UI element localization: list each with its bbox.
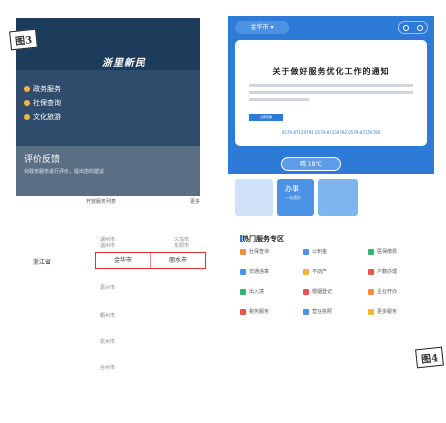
- service-label: 更多服务: [377, 309, 398, 315]
- service-label: 企业开办: [377, 289, 398, 295]
- service-item[interactable]: 出入境: [240, 288, 264, 295]
- menu-label: 文化旅游: [33, 113, 61, 121]
- service-item[interactable]: 不动产: [303, 268, 327, 275]
- view-now-badge[interactable]: 立即查看: [249, 114, 283, 121]
- service-icon: [368, 268, 374, 275]
- menu-item-1[interactable]: 政务服务: [24, 84, 61, 94]
- thumb-subtitle: 一站通办: [285, 195, 301, 200]
- figure-tag-4: 图4: [415, 346, 444, 369]
- notice-text-line: [249, 84, 413, 87]
- figure-tag-3: 图3: [9, 28, 38, 51]
- contact-phones: 0579-87159791 0579-87159792 0579-8715978…: [281, 130, 381, 135]
- services-section-title: 热门服务专区: [242, 235, 284, 243]
- city-option[interactable]: 台州市: [100, 364, 115, 371]
- service-list-caption: 开放服务列表: [86, 199, 117, 205]
- service-icon: [240, 248, 246, 255]
- city-selected-right[interactable]: 丽水市: [151, 253, 205, 268]
- service-label: 户籍办理: [377, 269, 398, 275]
- city-option[interactable]: 温州市: [100, 242, 115, 249]
- bullet-icon: [24, 86, 30, 92]
- feedback-card[interactable]: 评价反馈 对政务服务进行评价，提出您的建议: [16, 146, 200, 196]
- banner-title: 浙里新民: [102, 58, 146, 69]
- service-label: 社保查询: [249, 249, 270, 255]
- service-item[interactable]: 社保查询: [240, 248, 269, 255]
- service-item[interactable]: 医保缴费: [368, 248, 397, 255]
- notice-text-line: [249, 91, 413, 94]
- card-title: 评价反馈: [24, 155, 61, 165]
- right-app-screen: 金华市 ▾ 关于做好服务优化工作的通知 立即查看 0579-87159791 0…: [228, 16, 434, 320]
- card-subtitle: 对政务服务进行评价，提出您的建议: [24, 169, 105, 175]
- service-item[interactable]: 税务服务: [240, 308, 269, 315]
- weather-pill: 晴 18℃: [281, 157, 341, 171]
- menu-item-2[interactable]: 社保查询: [24, 98, 61, 108]
- service-label: 营业执照: [312, 309, 333, 315]
- service-label: 公积金: [312, 249, 328, 255]
- bullet-icon: [24, 114, 30, 120]
- service-item[interactable]: 公积金: [303, 248, 327, 255]
- service-item[interactable]: 户籍办理: [368, 268, 397, 275]
- feature-thumb-2[interactable]: 办事 一站通办: [277, 179, 314, 216]
- feature-thumb-3[interactable]: [318, 179, 358, 216]
- service-item[interactable]: 婚姻登记: [303, 288, 332, 295]
- more-icon[interactable]: [403, 24, 409, 31]
- service-icon: [368, 288, 374, 295]
- service-icon: [240, 308, 246, 315]
- city-option[interactable]: 衢州市: [100, 312, 115, 319]
- service-icon: [368, 308, 374, 315]
- service-item[interactable]: 营业执照: [303, 308, 332, 315]
- notice-card[interactable]: 关于做好服务优化工作的通知 立即查看 0579-87159791 0579-87…: [235, 40, 427, 146]
- menu-item-3[interactable]: 文化旅游: [24, 112, 61, 122]
- service-item[interactable]: 交通违章: [240, 268, 269, 275]
- city-switch-pill[interactable]: 金华市 ▾: [235, 21, 289, 34]
- notice-text-line: [249, 98, 309, 101]
- service-label: 交通违章: [249, 269, 270, 275]
- service-item[interactable]: 更多服务: [368, 308, 397, 315]
- service-icon: [240, 268, 246, 275]
- left-banner: 浙里新民: [16, 18, 200, 70]
- menu-label: 政务服务: [33, 85, 61, 93]
- service-icon: [368, 248, 374, 255]
- bullet-icon: [24, 100, 30, 106]
- city-option[interactable]: 东阳市: [174, 242, 189, 249]
- service-item[interactable]: 企业开办: [368, 288, 397, 295]
- service-icon: [303, 288, 309, 295]
- service-label: 不动产: [312, 269, 328, 275]
- city-selector-highlight[interactable]: 金华市 丽水市: [95, 252, 206, 269]
- city-selected-left[interactable]: 金华市: [96, 253, 151, 268]
- notice-title: 关于做好服务优化工作的通知: [272, 67, 390, 76]
- city-option[interactable]: 杭州市: [100, 338, 115, 345]
- service-label: 出入境: [249, 289, 265, 295]
- service-icon: [303, 268, 309, 275]
- left-app-screen: 浙里新民 政务服务 社保查询 文化旅游 评价反馈 对政务服务进行评价，提出您的建…: [16, 18, 200, 196]
- more-link[interactable]: 更多: [190, 198, 200, 205]
- blue-header: 金华市 ▾ 关于做好服务优化工作的通知 立即查看 0579-87159791 0…: [228, 16, 434, 174]
- service-label: 婚姻登记: [312, 289, 333, 295]
- service-icon: [303, 308, 309, 315]
- city-option[interactable]: 嘉兴市: [100, 284, 115, 291]
- menu-label: 社保查询: [33, 99, 61, 107]
- province-label: 浙江省: [33, 259, 52, 266]
- service-label: 医保缴费: [377, 249, 398, 255]
- service-icon: [303, 248, 309, 255]
- feature-thumb-1[interactable]: [235, 179, 273, 216]
- service-label: 税务服务: [249, 309, 270, 315]
- capsule-menu[interactable]: [398, 21, 428, 34]
- thumb-title: 办事: [285, 185, 299, 193]
- close-icon[interactable]: [417, 24, 423, 31]
- city-switch-label: 金华市: [250, 24, 269, 31]
- service-icon: [240, 288, 246, 295]
